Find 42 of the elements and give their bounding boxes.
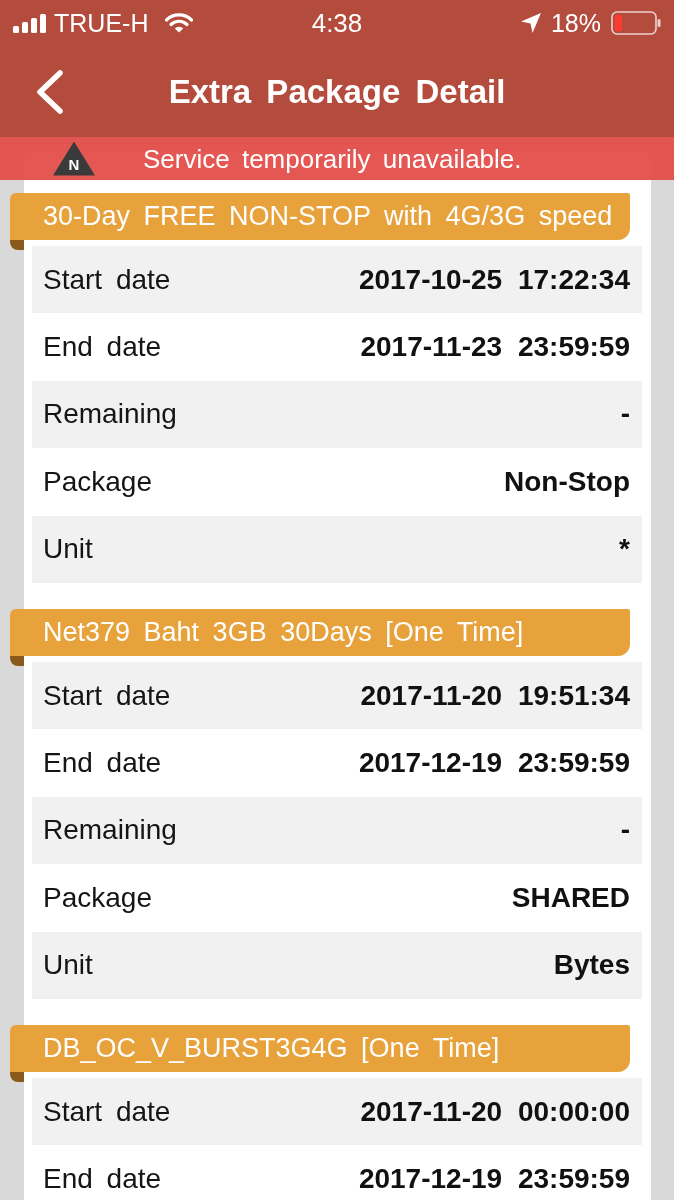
- location-arrow-icon: [520, 13, 541, 33]
- detail-value: Bytes: [553, 949, 630, 982]
- detail-value: Non-Stop: [504, 465, 630, 498]
- detail-label: Start date: [43, 1095, 171, 1128]
- detail-value: -: [620, 814, 630, 847]
- battery-icon: [611, 11, 661, 35]
- detail-value: SHARED: [511, 881, 630, 914]
- page-title: Extra Package Detail: [168, 71, 506, 112]
- detail-label: Start date: [43, 263, 171, 296]
- detail-label: Remaining: [43, 814, 177, 847]
- back-icon: [34, 70, 66, 114]
- detail-value: 2017-11-23 23:59:59: [360, 331, 630, 364]
- detail-value: 2017-12-19 23:59:59: [358, 1163, 630, 1195]
- package-title-ribbon: 30-Day FREE NON-STOP with 4G/3G speed: [10, 193, 630, 240]
- alert-message: Service temporarily unavailable.: [143, 145, 522, 172]
- ribbon-fold: [10, 655, 24, 666]
- detail-label: Start date: [43, 679, 171, 712]
- signal-bars-icon: [13, 13, 47, 33]
- alert-badge: N: [53, 141, 95, 176]
- detail-label: End date: [43, 331, 162, 364]
- package-title-ribbon: Net379 Baht 3GB 30Days [One Time]: [10, 608, 630, 656]
- ribbon-fold: [10, 1071, 24, 1082]
- status-time: 4:38: [311, 10, 363, 36]
- wifi-icon: [165, 13, 194, 33]
- detail-label: Remaining: [43, 398, 177, 431]
- detail-label: Unit: [43, 949, 93, 982]
- detail-value: *: [619, 533, 630, 566]
- ribbon-fold: [10, 240, 24, 250]
- detail-label: End date: [43, 1163, 162, 1195]
- detail-label: End date: [43, 747, 162, 780]
- detail-value: 2017-10-25 17:22:34: [358, 263, 630, 296]
- detail-label: Package: [43, 881, 152, 914]
- detail-label: Package: [43, 465, 152, 498]
- detail-value: -: [620, 398, 630, 431]
- battery-percent: 18%: [550, 10, 601, 36]
- detail-label: Unit: [43, 533, 93, 566]
- detail-value: 2017-11-20 00:00:00: [360, 1095, 630, 1128]
- carrier-name: TRUE-H: [54, 10, 149, 36]
- back-button[interactable]: [34, 70, 66, 114]
- package-title-ribbon: DB_OC_V_BURST3G4G [One Time]: [10, 1024, 630, 1072]
- detail-value: 2017-11-20 19:51:34: [360, 679, 630, 712]
- detail-value: 2017-12-19 23:59:59: [358, 747, 630, 780]
